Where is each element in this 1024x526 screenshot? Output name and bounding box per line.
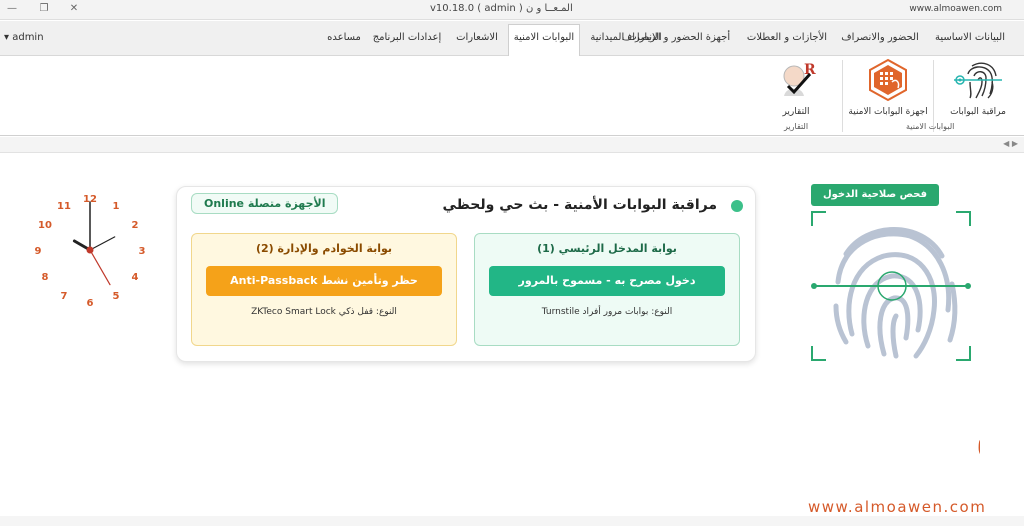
clock-number: 1 <box>113 201 120 212</box>
gate-name: بوابة المدخل الرئيسي (1) <box>537 242 677 255</box>
gate-monitor-label: مراقبة البوابات <box>950 107 1006 117</box>
gates-group-label: البوابات الامنية <box>906 122 955 131</box>
window-title: v10.18.0 ( admin ) المـعــا و ن <box>430 3 573 14</box>
maximize-button[interactable]: ❐ <box>36 2 52 16</box>
clock-number: 4 <box>132 272 139 283</box>
gate-monitor-panel: مراقبة البوابات الأمنية - بث حي ولحظي ال… <box>176 186 756 362</box>
svg-text:المعاون: المعاون <box>975 406 980 465</box>
ribbon-separator <box>842 60 843 132</box>
brand-logo-graphic: المعاون <box>975 406 1024 465</box>
analog-clock: 12 1 2 3 4 5 6 7 8 9 10 11 <box>30 180 160 320</box>
clock-number: 7 <box>61 291 68 302</box>
reports-group-label: التقارير <box>784 122 809 131</box>
app-window: — ❐ ✕ v10.18.0 ( admin ) المـعــا و ن ww… <box>0 0 1024 526</box>
clock-number: 5 <box>113 291 120 302</box>
window-url: www.almoawen.com <box>909 4 1002 14</box>
user-name: admin <box>12 32 44 43</box>
close-button[interactable]: ✕ <box>66 2 82 16</box>
bottom-bar <box>0 516 1024 526</box>
tab-security-gates[interactable]: البوابات الامنية <box>508 24 580 57</box>
clock-number: 9 <box>35 246 42 257</box>
fingerprint-icon <box>811 211 971 361</box>
minimize-button[interactable]: — <box>4 2 20 16</box>
gate-name: بوابة الخوادم والإدارة (2) <box>255 242 393 255</box>
gate-status-button[interactable]: حظر وتأمين نشط Anti-Passback <box>206 266 442 296</box>
navigation-strip: ◀ ▶ <box>0 137 1024 153</box>
verify-access-button[interactable]: فحص صلاحية الدخول <box>811 184 939 206</box>
tab-field-visits[interactable]: الزيارات الميدانية <box>586 27 666 53</box>
online-badge: الأجهزة متصلة Online <box>191 193 339 214</box>
chevron-down-icon: ▾ <box>4 32 10 43</box>
tab-vacations[interactable]: الأجازات و العطلات <box>740 27 834 53</box>
brand-url[interactable]: www.almoawen.com <box>808 498 986 516</box>
reports-label: التقارير <box>782 107 810 117</box>
clock-number: 8 <box>41 272 48 283</box>
gate-monitor-button[interactable]: مراقبة البوابات <box>936 58 1020 117</box>
clock-second-hand <box>89 249 111 286</box>
tab-settings[interactable]: إعدادات البرنامج <box>370 27 444 53</box>
clock-number: 2 <box>132 220 139 231</box>
clock-hand-secondary <box>89 236 116 251</box>
user-menu[interactable]: ▾ admin <box>4 32 44 43</box>
gate-card-servers[interactable]: بوابة الخوادم والإدارة (2) حظر وتأمين نش… <box>191 233 457 346</box>
gate-device-icon <box>866 58 910 105</box>
gate-card-main-entrance[interactable]: بوابة المدخل الرئيسي (1) دخول مصرح به - … <box>474 233 740 346</box>
report-check-icon: R <box>774 62 818 105</box>
tab-notifications[interactable]: الاشعارات <box>448 27 506 53</box>
scroll-arrows[interactable]: ◀ ▶ <box>1003 139 1018 148</box>
clock-number: 10 <box>38 220 52 231</box>
clock-face: 121234567891011 <box>35 194 146 309</box>
gate-devices-button[interactable]: اجهزة البوابات الامنية <box>846 58 930 117</box>
brand-logo: المعاون <box>790 400 1024 470</box>
gate-status-button[interactable]: دخول مصرح به - مسموح بالمرور <box>489 266 725 296</box>
fingerprint-scanner <box>806 206 976 366</box>
ribbon-panel: مراقبة البوابات اجهزة البوابات الامنية ا… <box>0 56 1024 136</box>
clock-center <box>86 246 94 254</box>
tab-attendance[interactable]: الحضور والانصراف <box>836 27 924 53</box>
gate-devices-label: اجهزة البوابات الامنية <box>848 107 928 117</box>
gate-type: النوع: بوابات مرور أفراد Turnstile <box>541 307 673 317</box>
clock-number: 6 <box>87 298 94 309</box>
clock-number: 11 <box>57 201 71 212</box>
fingerprint-scan-icon <box>948 62 1008 105</box>
tab-basic-data[interactable]: البيانات الاساسية <box>922 27 1018 53</box>
reports-button[interactable]: R التقارير <box>770 58 822 117</box>
live-status-dot <box>731 200 743 212</box>
tab-help[interactable]: مساعده <box>322 27 366 53</box>
ribbon-tab-bar: ▾ admin البيانات الاساسية الحضور والانصر… <box>0 21 1024 57</box>
gate-type: النوع: قفل ذكي ZKTeco Smart Lock <box>251 307 397 317</box>
title-bar: — ❐ ✕ v10.18.0 ( admin ) المـعــا و ن ww… <box>0 0 1024 20</box>
clock-number: 3 <box>139 246 146 257</box>
panel-title: مراقبة البوابات الأمنية - بث حي ولحظي <box>442 197 717 213</box>
